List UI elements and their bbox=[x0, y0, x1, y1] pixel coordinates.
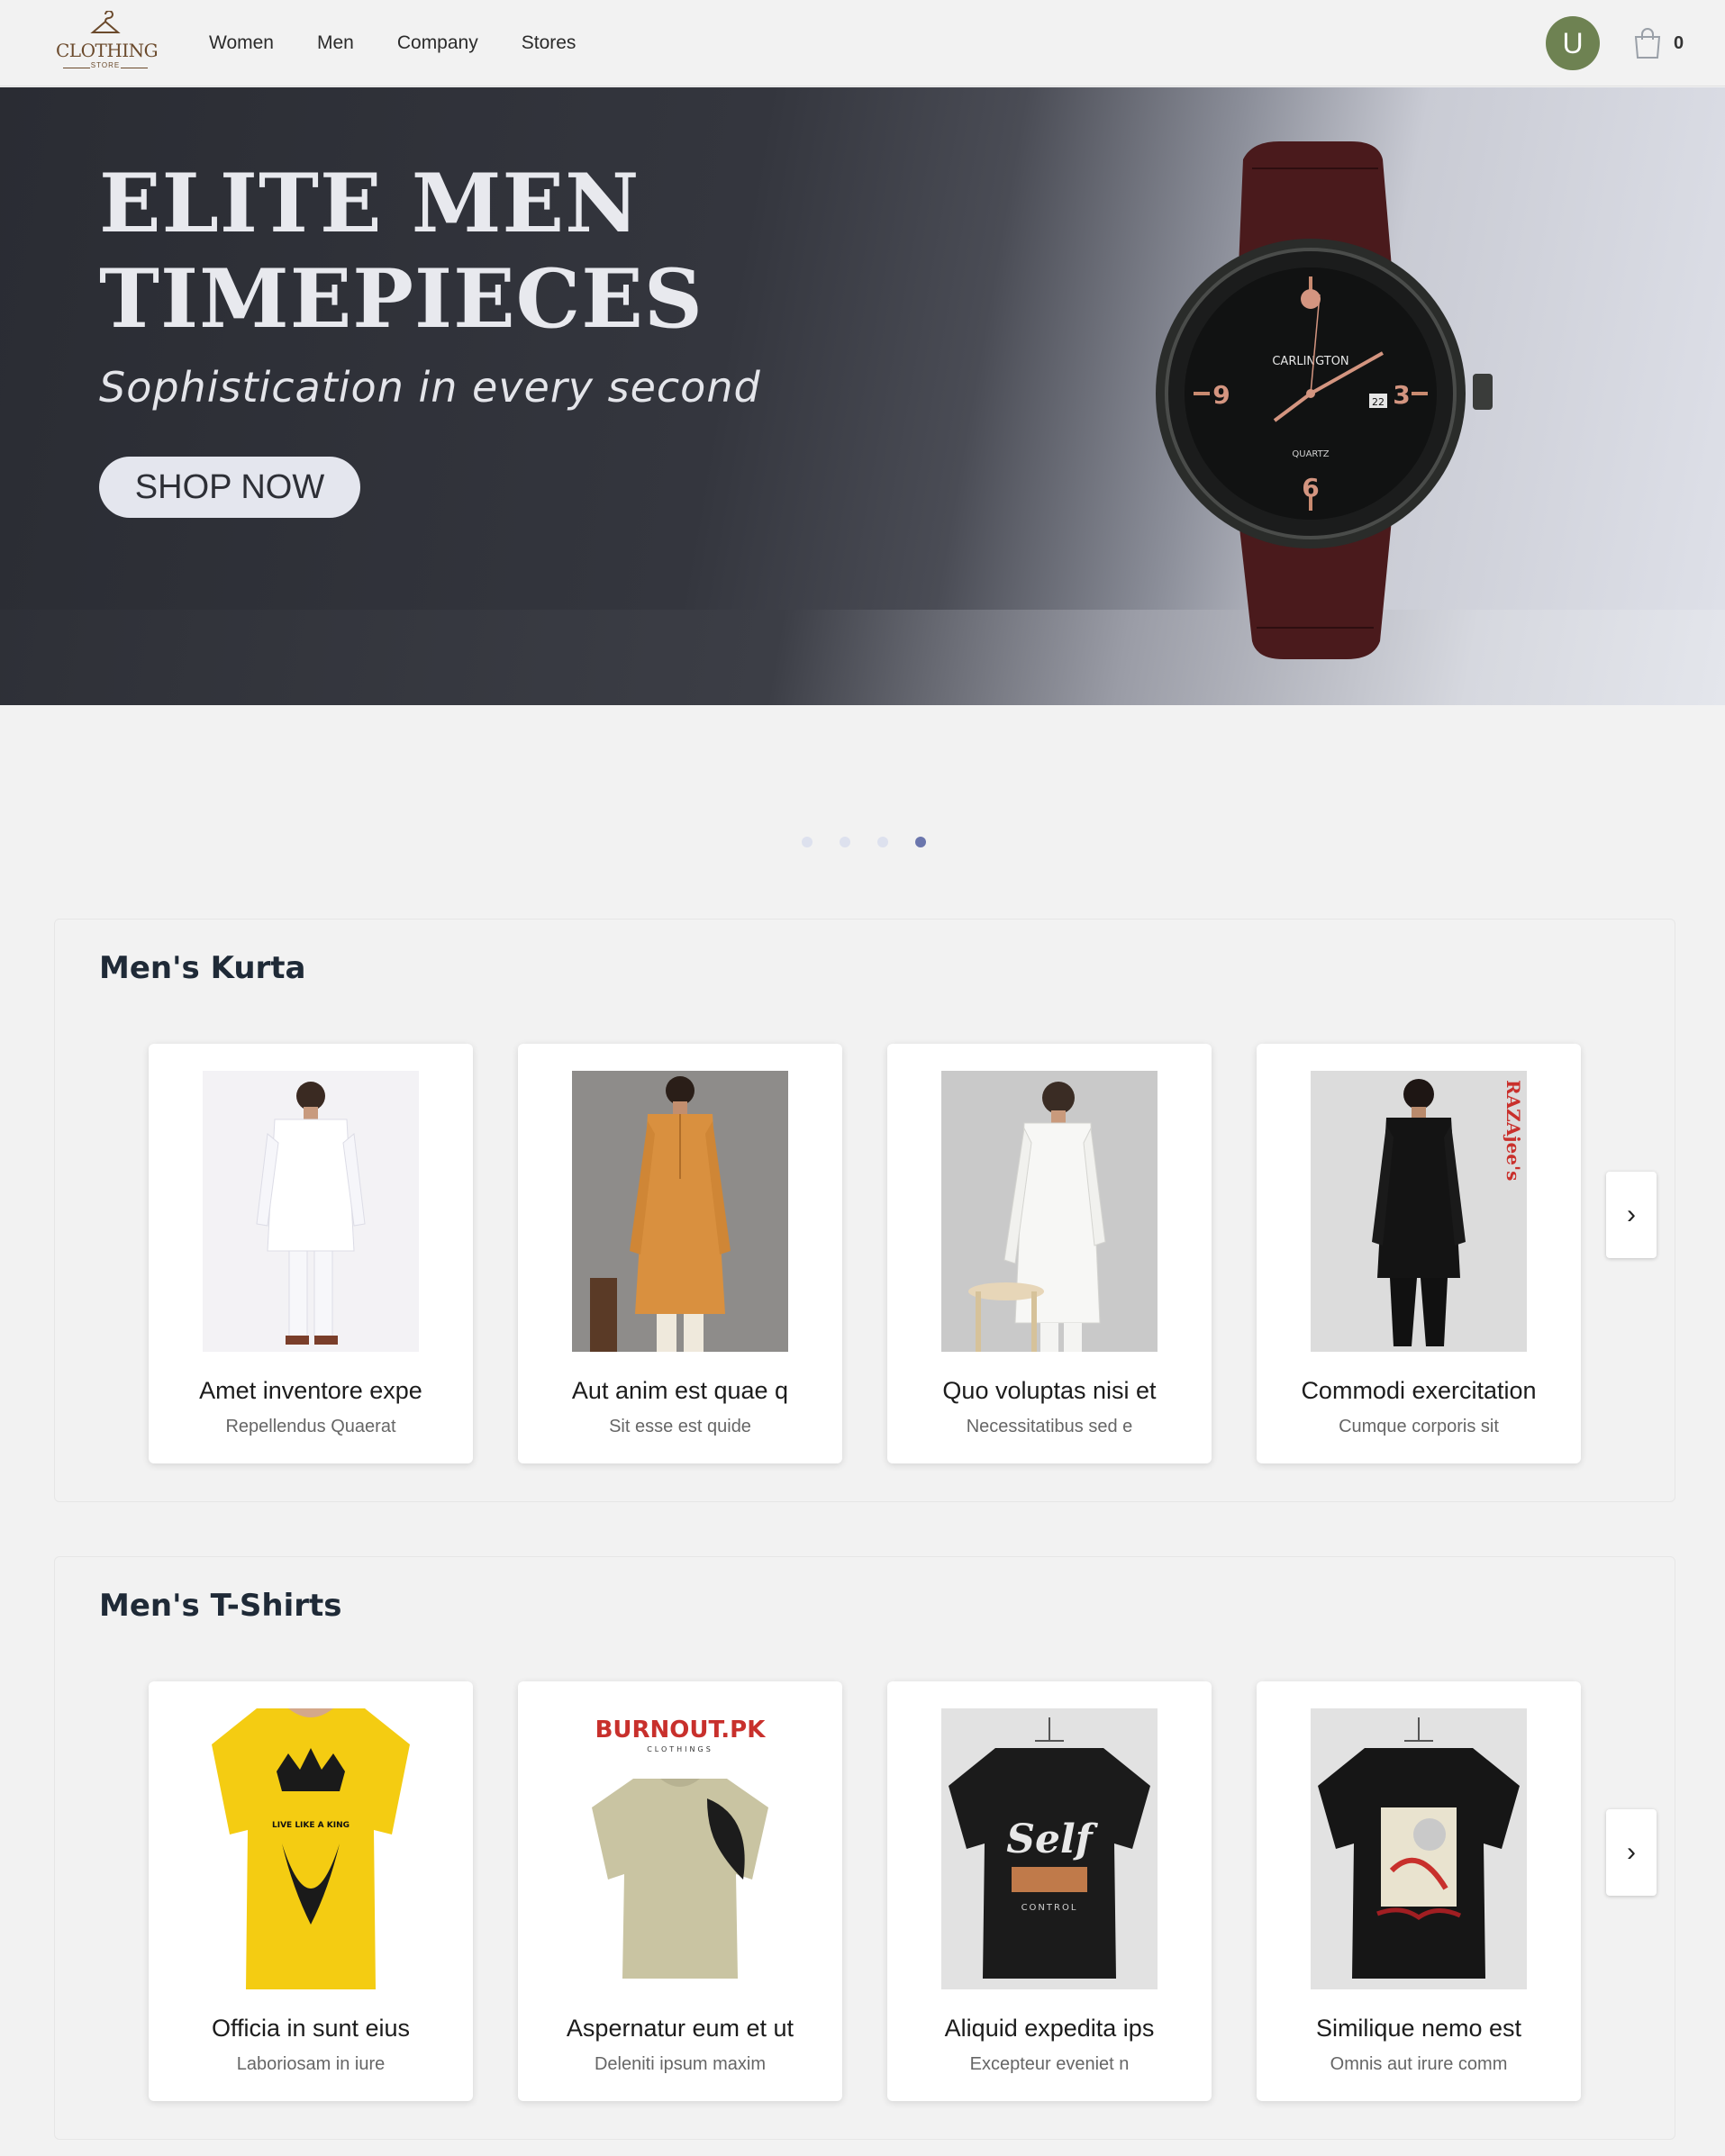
watch-numeral-3: 3 bbox=[1393, 380, 1410, 410]
shop-now-button[interactable]: SHOP NOW bbox=[99, 457, 360, 518]
product-image: LIVE LIKE A KING bbox=[203, 1708, 419, 1989]
tshirt-brand-logo: BURNOUT.PK bbox=[595, 1717, 767, 1744]
tshirt-print-sub: CONTROL bbox=[1021, 1903, 1078, 1913]
product-card[interactable]: LIVE LIKE A KING Officia in sunt eius La… bbox=[149, 1681, 473, 2101]
user-avatar[interactable]: U bbox=[1546, 16, 1600, 70]
nav-men[interactable]: Men bbox=[317, 32, 354, 54]
watch-quartz-text: QUARTZ bbox=[1292, 449, 1329, 459]
carousel-dots bbox=[802, 837, 926, 847]
hero-title: ELITE MEN TIMEPIECES bbox=[99, 156, 704, 347]
logo-text: CLOTHING bbox=[56, 40, 159, 61]
nav-company[interactable]: Company bbox=[397, 32, 478, 54]
product-desc: Omnis aut irure comm bbox=[1330, 2054, 1508, 2074]
tshirt-brand-sub: CLOTHINGS bbox=[647, 1745, 713, 1753]
product-desc: Deleniti ipsum maxim bbox=[594, 2054, 767, 2074]
product-image: BURNOUT.PK CLOTHINGS bbox=[572, 1708, 788, 1989]
section-mens-kurta: Men's Kurta Amet inventore expe Repellen… bbox=[54, 919, 1675, 1502]
chevron-right-icon: › bbox=[1627, 1200, 1636, 1229]
carousel-dot[interactable] bbox=[840, 837, 850, 847]
watch-brand-text: CARLINGTON bbox=[1272, 355, 1348, 368]
watch-numeral-9: 9 bbox=[1212, 380, 1230, 410]
product-card[interactable]: Self CONTROL Aliquid expedita ips Except… bbox=[887, 1681, 1212, 2101]
hero-subtitle: Sophistication in every second bbox=[99, 363, 761, 412]
main-nav: Women Men Company Stores bbox=[209, 32, 576, 54]
product-image bbox=[203, 1071, 419, 1352]
product-desc: Laboriosam in iure bbox=[236, 2054, 386, 2074]
shopping-bag-icon[interactable] bbox=[1632, 27, 1663, 59]
next-arrow-button[interactable]: › bbox=[1606, 1809, 1657, 1896]
product-name: Aliquid expedita ips bbox=[944, 2015, 1155, 2042]
product-desc: Repellendus Quaerat bbox=[225, 1417, 396, 1436]
section-title: Men's Kurta bbox=[99, 950, 306, 986]
product-image bbox=[1311, 1708, 1527, 1989]
product-desc: Excepteur eveniet n bbox=[969, 2054, 1130, 2074]
product-card[interactable]: Quo voluptas nisi et Necessitatibus sed … bbox=[887, 1044, 1212, 1463]
site-header: CLOTHING STORE Women Men Company Stores … bbox=[0, 0, 1725, 86]
nav-women[interactable]: Women bbox=[209, 32, 274, 54]
tshirt-print-text: LIVE LIKE A KING bbox=[272, 1821, 350, 1830]
product-name: Commodi exercitation bbox=[1301, 1377, 1537, 1404]
product-image bbox=[941, 1071, 1158, 1352]
store-logo[interactable]: CLOTHING STORE bbox=[56, 9, 159, 77]
tshirt-print-text: Self bbox=[1006, 1816, 1098, 1862]
product-card[interactable]: Amet inventore expe Repellendus Quaerat bbox=[149, 1044, 473, 1463]
product-image bbox=[572, 1071, 788, 1352]
product-card[interactable]: Aut anim est quae q Sit esse est quide bbox=[518, 1044, 842, 1463]
product-name: Aut anim est quae q bbox=[571, 1377, 789, 1404]
hero-title-line: TIMEPIECES bbox=[99, 251, 704, 347]
section-mens-tshirts: Men's T-Shirts LIVE LIKE A KING Officia … bbox=[54, 1556, 1675, 2140]
carousel-dot[interactable] bbox=[802, 837, 813, 847]
watch-numeral-6: 6 bbox=[1302, 473, 1319, 503]
watch-date: 22 bbox=[1372, 396, 1385, 408]
product-name: Quo voluptas nisi et bbox=[942, 1377, 1157, 1404]
hero-title-line: ELITE MEN bbox=[99, 156, 640, 251]
watch-image: CARLINGTON QUARTZ 3 9 6 22 bbox=[1156, 141, 1493, 659]
section-title: Men's T-Shirts bbox=[99, 1588, 342, 1624]
kurta-brand-watermark: RAZAjee's bbox=[1503, 1080, 1524, 1181]
hanger-icon bbox=[90, 11, 121, 33]
hero-banner: ELITE MEN TIMEPIECES Sophistication in e… bbox=[0, 87, 1725, 705]
product-name: Aspernatur eum et ut bbox=[566, 2015, 794, 2042]
chevron-right-icon: › bbox=[1627, 1837, 1636, 1867]
product-image: Self CONTROL bbox=[941, 1708, 1158, 1989]
carousel-dot-active[interactable] bbox=[915, 837, 926, 847]
nav-stores[interactable]: Stores bbox=[522, 32, 577, 54]
product-card[interactable]: RAZAjee's Commodi exercitation Cumque co… bbox=[1257, 1044, 1581, 1463]
next-arrow-button[interactable]: › bbox=[1606, 1172, 1657, 1258]
product-name: Similique nemo est bbox=[1315, 2015, 1522, 2042]
product-desc: Cumque corporis sit bbox=[1339, 1417, 1499, 1436]
product-card[interactable]: Similique nemo est Omnis aut irure comm bbox=[1257, 1681, 1581, 2101]
product-desc: Necessitatibus sed e bbox=[966, 1417, 1133, 1436]
product-name: Amet inventore expe bbox=[199, 1377, 422, 1404]
product-image: RAZAjee's bbox=[1311, 1071, 1527, 1352]
product-desc: Sit esse est quide bbox=[609, 1417, 751, 1436]
cart-count: 0 bbox=[1674, 33, 1684, 53]
product-card[interactable]: BURNOUT.PK CLOTHINGS Aspernatur eum et u… bbox=[518, 1681, 842, 2101]
carousel-dot[interactable] bbox=[877, 837, 888, 847]
product-name: Officia in sunt eius bbox=[211, 2015, 411, 2042]
